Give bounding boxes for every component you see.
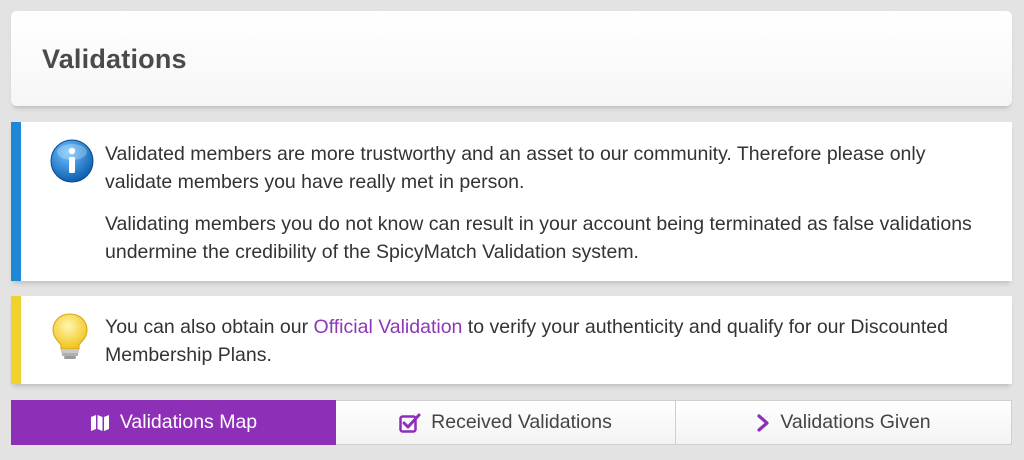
tip-text: You can also obtain our Official Validat…	[105, 313, 972, 369]
checkbox-icon	[399, 413, 421, 433]
map-icon	[90, 414, 110, 432]
validation-tabs: Validations Map Received Validations Val…	[11, 400, 1012, 445]
info-paragraph-2: Validating members you do not know can r…	[105, 213, 972, 263]
tip-notice: You can also obtain our Official Validat…	[11, 296, 1012, 384]
lightbulb-icon	[50, 312, 90, 367]
official-validation-link[interactable]: Official Validation	[314, 316, 463, 338]
info-icon	[50, 139, 94, 188]
info-notice: Validated members are more trustworthy a…	[11, 122, 1012, 281]
tab-validations-given[interactable]: Validations Given	[676, 400, 1012, 445]
page-header: Validations	[11, 11, 1012, 106]
tip-text-before: You can also obtain our	[105, 316, 314, 338]
tab-label: Received Validations	[431, 411, 612, 433]
tab-received-validations[interactable]: Received Validations	[336, 400, 676, 445]
tab-label: Validations Map	[119, 411, 258, 433]
info-paragraph-1: Validated members are more trustworthy a…	[105, 143, 926, 193]
tab-validations-map[interactable]: Validations Map	[11, 400, 336, 445]
tab-label: Validations Given	[780, 411, 931, 433]
page-title: Validations	[42, 44, 187, 74]
chevron-right-icon	[756, 413, 770, 432]
